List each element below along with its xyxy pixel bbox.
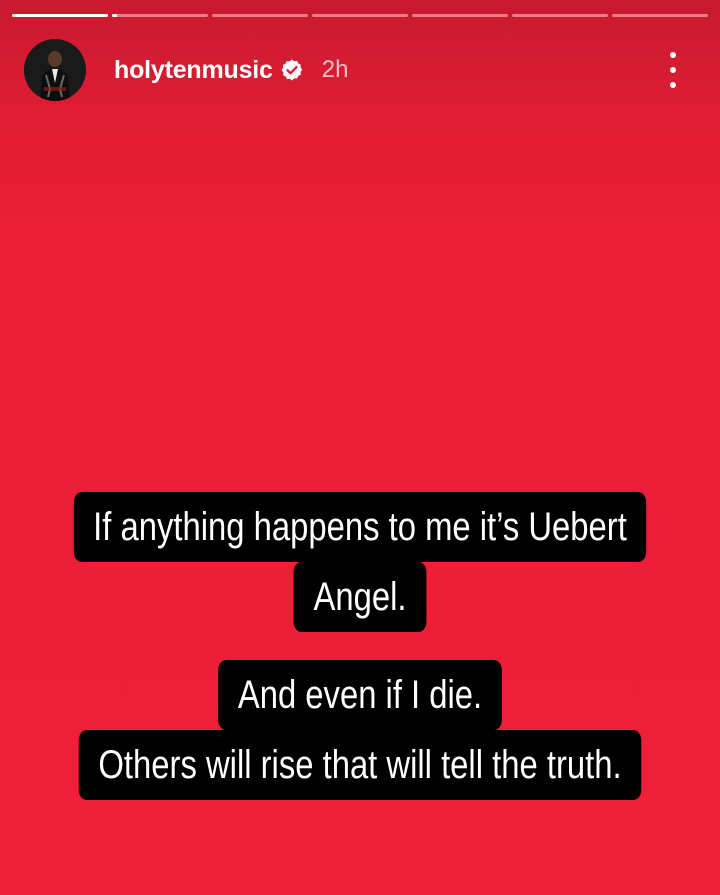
progress-fill: [112, 14, 117, 17]
progress-segment: [12, 14, 108, 17]
caption-block: If anything happens to me it’s Uebert An…: [65, 492, 655, 632]
caption-line: Others will rise that will tell the trut…: [78, 730, 642, 800]
caption-line: And even if I die.: [218, 660, 502, 730]
dot: [670, 52, 676, 58]
story-viewer[interactable]: holytenmusic 2h If anything happens to m…: [0, 0, 720, 895]
progress-segment: [312, 14, 408, 17]
progress-segment: [212, 14, 308, 17]
caption-line: If anything happens to me it’s Uebert: [73, 492, 647, 562]
avatar-photo: [24, 39, 86, 101]
progress-segment: [412, 14, 508, 17]
post-timestamp: 2h: [321, 56, 349, 83]
caption-line: Angel.: [293, 562, 427, 632]
progress-segment: [112, 14, 208, 17]
more-vertical-icon[interactable]: [658, 52, 688, 88]
caption-block: And even if I die. Others will rise that…: [65, 660, 655, 800]
story-progress-bar: [12, 14, 708, 18]
progress-segment: [612, 14, 708, 17]
avatar[interactable]: [24, 39, 86, 101]
dot: [670, 82, 676, 88]
story-header: holytenmusic 2h: [24, 38, 696, 102]
username[interactable]: holytenmusic: [114, 56, 273, 85]
dot: [670, 67, 676, 73]
progress-fill: [12, 14, 108, 17]
progress-segment: [512, 14, 608, 17]
verified-badge-icon: [281, 59, 302, 81]
